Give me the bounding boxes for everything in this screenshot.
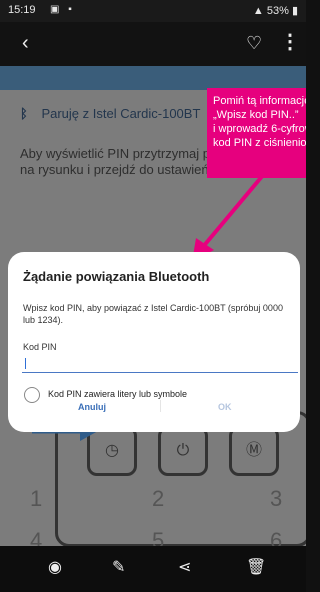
annotation-line: kod PIN z ciśnieniomierza bbox=[213, 137, 306, 149]
annotation-text: Pomiń tą informację „Wpisz kod PIN..” i … bbox=[213, 94, 306, 150]
annotation-line: Pomiń tą informację bbox=[213, 95, 306, 107]
annotation-callout: Pomiń tą informację „Wpisz kod PIN..” i … bbox=[207, 88, 306, 178]
viewer-bottom-bar: ◉ ✎ ⋖ 🗑 bbox=[0, 546, 306, 592]
pin-letters-checkbox-label[interactable]: Kod PIN zawiera litery lub symbole bbox=[48, 389, 187, 399]
cancel-button[interactable]: Anuluj bbox=[78, 402, 106, 412]
battery-percent: 53% bbox=[266, 5, 289, 17]
message-notification-icon: ▪ bbox=[68, 4, 75, 15]
more-options-icon[interactable]: ⋮ bbox=[280, 32, 300, 52]
device-number: 4 bbox=[30, 528, 43, 546]
dialog-title: Żądanie powiązania Bluetooth bbox=[23, 269, 210, 284]
annotation-line: „Wpisz kod PIN..” bbox=[213, 109, 299, 121]
signal-icon: ▲ bbox=[252, 5, 264, 17]
device-number: 6 bbox=[270, 528, 283, 546]
status-bar: 15:19 ▣ ▪ ▲ 53% ▮ bbox=[0, 0, 306, 22]
pin-input[interactable] bbox=[22, 354, 298, 373]
device-number: 5 bbox=[152, 528, 165, 546]
pin-label: Kod PIN bbox=[23, 342, 57, 352]
memory-button-icon: Ⓜ bbox=[229, 426, 279, 476]
status-right: ▲ 53% ▮ bbox=[253, 4, 298, 17]
pencil-icon[interactable]: ✎ bbox=[112, 558, 125, 578]
bluetooth-icon: ᛒ bbox=[20, 106, 28, 121]
device-number: 3 bbox=[270, 486, 283, 511]
eye-icon[interactable]: ◉ bbox=[48, 558, 62, 578]
pin-letters-checkbox[interactable] bbox=[24, 387, 40, 403]
power-button-icon: ⏻ bbox=[158, 426, 208, 476]
pairing-status: ᛒ Paruję z Istel Cardic-100BT bbox=[20, 106, 200, 121]
device-number: 2 bbox=[152, 486, 165, 511]
ok-button[interactable]: OK bbox=[218, 402, 232, 412]
bluetooth-pairing-dialog: Żądanie powiązania Bluetooth Wpisz kod P… bbox=[8, 252, 300, 432]
screenshot-viewer: 15:19 ▣ ▪ ▲ 53% ▮ ‹ ♡ ⋮ ᛒ Paruję z Istel… bbox=[0, 0, 306, 592]
pairing-text: Paruję z Istel Cardic-100BT bbox=[41, 106, 201, 121]
text-cursor bbox=[25, 358, 26, 369]
image-notification-icon: ▣ bbox=[50, 4, 63, 15]
viewer-top-bar: ‹ ♡ ⋮ bbox=[0, 22, 306, 66]
battery-icon: ▮ bbox=[291, 5, 298, 17]
dialog-message: Wpisz kod PIN, aby powiązać z Istel Card… bbox=[23, 303, 283, 325]
status-time: 15:19 bbox=[8, 4, 36, 16]
share-icon[interactable]: ⋖ bbox=[178, 558, 191, 578]
button-divider bbox=[160, 400, 161, 412]
trash-icon[interactable]: 🗑 bbox=[246, 558, 266, 578]
favorite-icon[interactable]: ♡ bbox=[246, 33, 262, 53]
app-header-band bbox=[0, 66, 306, 90]
notification-icons: ▣ ▪ bbox=[50, 4, 75, 15]
device-number: 1 bbox=[30, 486, 43, 511]
back-icon[interactable]: ‹ bbox=[22, 33, 29, 53]
annotation-line: i wprowadź 6-cyfrowy bbox=[213, 123, 306, 135]
